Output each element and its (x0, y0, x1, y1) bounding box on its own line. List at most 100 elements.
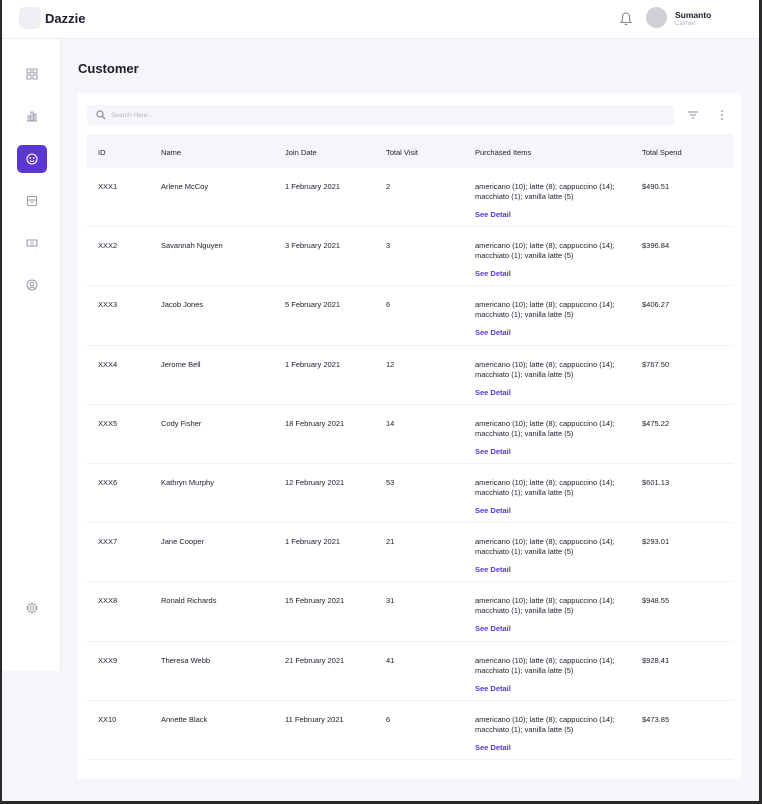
cell-purchased-items: americano (10); latte (8); cappuccino (1… (475, 477, 615, 497)
column-header-name[interactable]: Name (161, 148, 181, 157)
sidebar (2, 39, 61, 671)
cell-join-date: 5 February 2021 (285, 300, 341, 310)
table-row[interactable]: XXX1 Arlene McCoy 1 February 2021 2 american… (87, 168, 733, 228)
cell-name: Jacob Jones (161, 300, 204, 310)
avatar[interactable] (646, 7, 667, 28)
cell-id: XXX5 (98, 418, 118, 428)
table-row[interactable]: XXX2 Savannah Nguyen 3 February 2021 3 ameri… (87, 227, 733, 287)
see-detail-link[interactable]: See Detail (475, 210, 511, 219)
table-row[interactable]: XXX6 Kathryn Murphy 12 February 2021 53 amer… (87, 464, 733, 524)
table-row[interactable]: XXX4 Jerome Bell 1 February 2021 12 american… (87, 346, 733, 405)
table-row[interactable]: XXX3 Jacob Jones 5 February 2021 6 americano… (87, 286, 733, 346)
see-detail-link[interactable]: See Detail (475, 269, 511, 278)
cell-total-visit: 12 (386, 359, 395, 369)
see-detail-link[interactable]: See Detail (475, 743, 511, 752)
column-header-total-spend[interactable]: Total Spend (642, 148, 682, 157)
bar-chart-icon (27, 111, 37, 122)
cell-name: Ronald Richards (161, 596, 217, 606)
cell-id: XXX7 (98, 537, 118, 547)
column-header-id[interactable]: ID (98, 148, 106, 157)
cell-purchased-items: americano (10); latte (8); cappuccino (1… (475, 655, 615, 675)
cell-name: Jerome Bell (161, 359, 201, 369)
column-header-purchased-items[interactable]: Purchased Items (475, 148, 531, 157)
see-detail-link[interactable]: See Detail (475, 684, 511, 693)
dashboard-grid-icon (26, 68, 38, 80)
cell-purchased-items: americano (10); latte (8); cappuccino (1… (475, 596, 615, 616)
cell-id: XXX2 (98, 241, 118, 251)
cell-total-spend: $406.27 (642, 300, 670, 310)
cell-join-date: 3 February 2021 (285, 241, 341, 251)
sidebar-item-profile[interactable] (17, 271, 47, 299)
sidebar-item-customer[interactable] (17, 145, 47, 173)
more-vertical-icon[interactable] (719, 109, 725, 121)
filter-icon[interactable] (687, 110, 699, 120)
cell-total-visit: 14 (386, 418, 395, 428)
cell-join-date: 18 February 2021 (285, 418, 345, 428)
logo-icon (19, 7, 41, 29)
bell-icon[interactable] (619, 11, 633, 27)
cell-purchased-items: americano (10); latte (8); cappuccino (1… (475, 418, 615, 438)
cell-total-spend: $473.85 (642, 714, 670, 724)
cell-id: XXX4 (98, 359, 118, 369)
brand-name: Dazzie (45, 11, 86, 26)
cell-id: XXX3 (98, 300, 118, 310)
user-circle-icon (26, 279, 38, 291)
cell-total-visit: 6 (386, 300, 391, 310)
cell-total-spend: $928.41 (642, 655, 670, 665)
cell-name: Savannah Nguyen (161, 241, 223, 251)
page-title: Customer (78, 61, 139, 76)
see-detail-link[interactable]: See Detail (475, 506, 511, 515)
cell-name: Theresa Webb (161, 655, 211, 665)
cell-id: XXX1 (98, 182, 118, 191)
sidebar-item-ticket[interactable] (17, 229, 47, 257)
cell-total-visit: 41 (386, 655, 395, 665)
cell-total-spend: $490.51 (642, 182, 670, 191)
cell-purchased-items: americano (10); latte (8); cappuccino (1… (475, 241, 615, 261)
cell-id: XXX8 (98, 596, 118, 606)
table-row[interactable]: XXX8 Ronald Richards 15 February 2021 31 ame… (87, 582, 733, 642)
column-header-total-visit[interactable]: Total Visit (386, 148, 418, 157)
table-row[interactable]: XX10 Annette Black 11 February 2021 6 americ… (87, 701, 733, 760)
see-detail-link[interactable]: See Detail (475, 565, 511, 574)
cell-join-date: 21 February 2021 (285, 655, 345, 665)
cell-total-visit: 53 (386, 477, 395, 487)
search-input[interactable] (111, 105, 661, 125)
search-bar[interactable] (87, 105, 674, 125)
cell-join-date: 15 February 2021 (285, 596, 345, 606)
cell-total-visit: 2 (386, 182, 391, 191)
cell-name: Arlene McCoy (161, 182, 209, 191)
user-name: Sumanto (675, 10, 712, 20)
cell-total-spend: $293.01 (642, 537, 670, 547)
sidebar-item-archive[interactable] (17, 187, 47, 215)
table-header: ID Name Join Date Total Visit Purchased … (87, 134, 733, 168)
sidebar-item-analytics[interactable] (17, 102, 47, 130)
cell-total-spend: $396.84 (642, 241, 670, 251)
app-window: Dazzie Sumanto Cashier Customer Search H… (2, 0, 759, 801)
sidebar-item-settings[interactable] (17, 594, 47, 622)
column-header-join-date[interactable]: Join Date (285, 148, 317, 157)
see-detail-link[interactable]: See Detail (475, 328, 511, 337)
customer-icon (26, 153, 38, 165)
see-detail-link[interactable]: See Detail (475, 447, 511, 456)
sidebar-item-dashboard[interactable] (17, 60, 47, 88)
user-role: Cashier (675, 21, 696, 27)
cell-total-visit: 3 (386, 241, 391, 251)
cell-join-date: 1 February 2021 (285, 359, 341, 369)
cell-purchased-items: americano (10); latte (8); cappuccino (1… (475, 359, 615, 379)
table-row[interactable]: XXX7 Jane Cooper 1 February 2021 21 american… (87, 523, 733, 583)
cell-name: Kathryn Murphy (161, 477, 214, 487)
cell-total-spend: $948.55 (642, 596, 670, 606)
see-detail-link[interactable]: See Detail (475, 388, 511, 397)
cell-join-date: 12 February 2021 (285, 477, 345, 487)
table-row[interactable]: XXX5 Cody Fisher 18 February 2021 14 america… (87, 405, 733, 464)
customer-table-card: ID Name Join Date Total Visit Purchased … (78, 93, 741, 779)
top-bar: Dazzie Sumanto Cashier (2, 0, 759, 39)
cell-purchased-items: americano (10); latte (8); cappuccino (1… (475, 714, 615, 734)
cell-total-spend: $475.22 (642, 418, 670, 428)
cell-purchased-items: americano (10); latte (8); cappuccino (1… (475, 300, 615, 320)
table-row[interactable]: XXX9 Theresa Webb 21 February 2021 41 americ… (87, 642, 733, 701)
cell-name: Annette Black (161, 714, 208, 724)
see-detail-link[interactable]: See Detail (475, 624, 511, 633)
cell-total-spend: $767.50 (642, 359, 670, 369)
cell-total-visit: 6 (386, 714, 391, 724)
